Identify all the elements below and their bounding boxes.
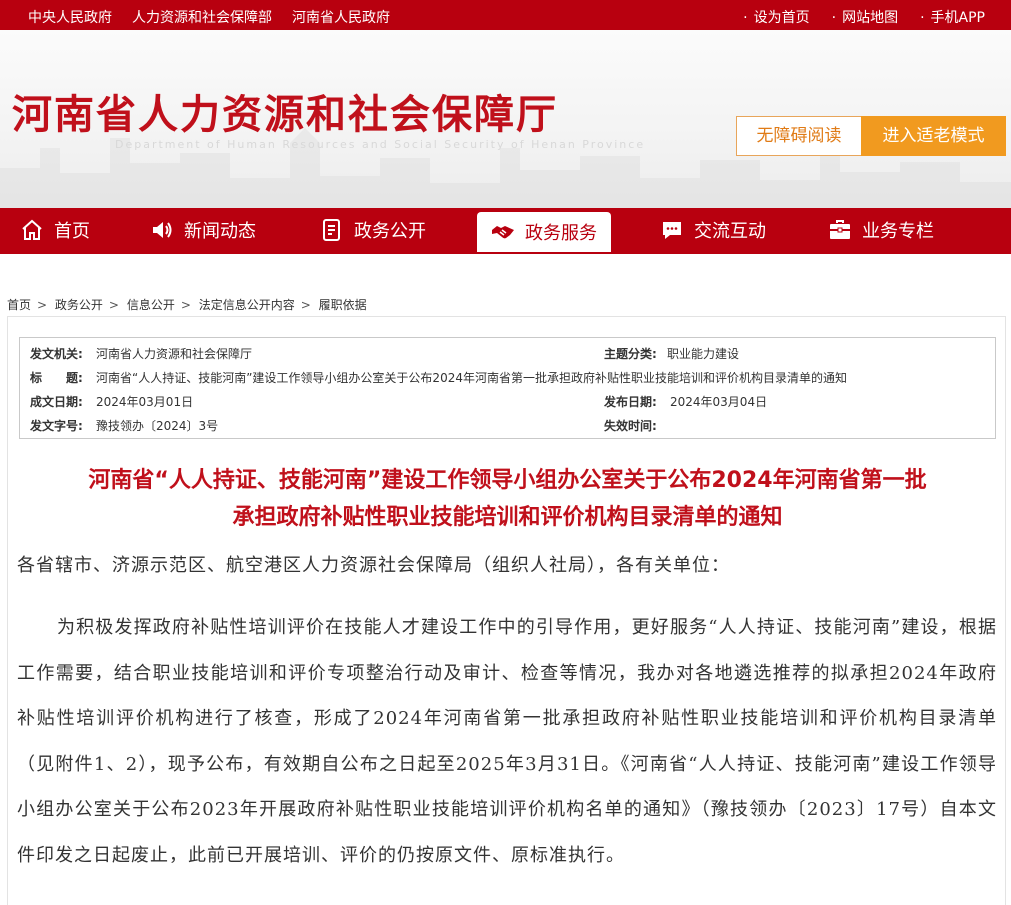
nav-divider [0, 252, 1011, 254]
site-title: 河南省人力资源和社会保障厅 [12, 92, 558, 138]
nav-item-home[interactable]: 首页 [20, 208, 90, 252]
title-label: 标 题: [30, 371, 83, 385]
document-metadata-table: 发文机关: 河南省人力资源和社会保障厅 主题分类: 职业能力建设 标 题: 河南… [19, 337, 996, 439]
body-paragraph: 为积极发挥政府补贴性培训评价在技能人才建设工作中的引导作用，更好服务“人人持证、… [17, 617, 997, 866]
created-date-label: 成文日期: [30, 395, 83, 409]
doc-number-value: 豫技领办〔2024〕3号 [96, 419, 219, 433]
meta-row: 标 题: 河南省“人人持证、技能河南”建设工作领导小组办公室关于公布2024年河… [20, 364, 997, 388]
issuer-value: 河南省人力资源和社会保障厅 [96, 347, 253, 361]
breadcrumb-info-open[interactable]: 信息公开 [127, 298, 175, 312]
published-date-label: 发布日期: [604, 395, 657, 409]
elder-mode-button[interactable]: 进入适老模式 [861, 116, 1006, 156]
accessibility-reading-button[interactable]: 无障碍阅读 [736, 116, 862, 156]
breadcrumb: 首页 > 政务公开 > 信息公开 > 法定信息公开内容 > 履职依据 [7, 296, 369, 313]
breadcrumb-home[interactable]: 首页 [7, 298, 31, 312]
created-date-value: 2024年03月01日 [96, 395, 194, 409]
article-container: 发文机关: 河南省人力资源和社会保障厅 主题分类: 职业能力建设 标 题: 河南… [7, 316, 1006, 905]
title-value: 河南省“人人持证、技能河南”建设工作领导小组办公室关于公布2024年河南省第一批… [96, 371, 847, 385]
breadcrumb-statutory-info[interactable]: 法定信息公开内容 [199, 298, 295, 312]
meta-row: 发文机关: 河南省人力资源和社会保障厅 主题分类: 职业能力建设 [20, 340, 997, 364]
chat-icon [663, 222, 681, 239]
doc-number-label: 发文字号: [30, 419, 83, 433]
published-date-value: 2024年03月04日 [670, 395, 768, 409]
meta-row: 发文字号: 豫技领办〔2024〕3号 失效时间: [20, 412, 997, 436]
nav-item-label: 政务公开 [354, 221, 426, 242]
breadcrumb-separator: > [300, 298, 311, 312]
document-title: 河南省“人人持证、技能河南”建设工作领导小组办公室关于公布2024年河南省第一批… [8, 462, 1007, 536]
top-links-left: 中央人民政府 人力资源和社会保障部 河南省人民政府 [28, 7, 390, 27]
nav-item-special-columns[interactable]: 业务专栏 [828, 208, 934, 252]
link-sitemap[interactable]: 网站地图 [832, 7, 898, 27]
link-henan-government[interactable]: 河南省人民政府 [292, 7, 390, 27]
nav-item-gov-services[interactable]: 政务服务 [477, 212, 611, 252]
nav-item-news[interactable]: 新闻动态 [150, 208, 256, 252]
nav-item-label: 交流互动 [694, 221, 766, 242]
site-subtitle: Department of Human Resources and Social… [115, 138, 646, 151]
link-set-homepage[interactable]: 设为首页 [743, 7, 810, 27]
main-nav: 首页 新闻动态 政务公开 政务服务 交流互动 业务专栏 [0, 208, 1011, 252]
topic-label: 主题分类: [604, 347, 657, 361]
home-icon [22, 219, 42, 240]
site-header: 河南省人力资源和社会保障厅 Department of Human Resour… [0, 30, 1011, 208]
briefcase-icon [830, 220, 850, 239]
speaker-icon [153, 222, 172, 238]
breadcrumb-separator: > [180, 298, 191, 312]
breadcrumb-separator: > [37, 298, 48, 312]
document-title-line: 承担政府补贴性职业技能培训和评价机构目录清单的通知 [232, 505, 783, 530]
nav-item-label: 业务专栏 [862, 221, 934, 242]
salutation: 各省辖市、济源示范区、航空港区人力资源社会保障局（组织人社局），各有关单位： [17, 555, 730, 576]
nav-item-label: 政务服务 [525, 223, 597, 244]
document-title-line: 河南省“人人持证、技能河南”建设工作领导小组办公室关于公布2024年河南省第一批 [88, 468, 927, 493]
top-links-right: 设为首页 网站地图 手机APP [743, 7, 985, 27]
document-icon [323, 219, 340, 241]
topic-value: 职业能力建设 [667, 347, 740, 361]
nav-item-label: 首页 [54, 221, 90, 242]
breadcrumb-duty-basis[interactable]: 履职依据 [319, 298, 367, 312]
link-mobile-app[interactable]: 手机APP [920, 7, 985, 27]
link-mohrss[interactable]: 人力资源和社会保障部 [132, 7, 272, 27]
link-central-government[interactable]: 中央人民政府 [28, 7, 112, 27]
nav-item-interaction[interactable]: 交流互动 [660, 208, 766, 252]
expiry-label: 失效时间: [604, 419, 657, 433]
meta-row: 成文日期: 2024年03月01日 发布日期: 2024年03月04日 [20, 388, 997, 412]
breadcrumb-gov-affairs-open[interactable]: 政务公开 [55, 298, 103, 312]
breadcrumb-separator: > [108, 298, 119, 312]
top-link-bar: 中央人民政府 人力资源和社会保障部 河南省人民政府 设为首页 网站地图 手机AP… [0, 0, 1011, 30]
nav-item-gov-affairs-open[interactable]: 政务公开 [320, 208, 426, 252]
issuer-label: 发文机关: [30, 347, 83, 361]
nav-item-label: 新闻动态 [184, 221, 256, 242]
handshake-icon [492, 226, 514, 239]
